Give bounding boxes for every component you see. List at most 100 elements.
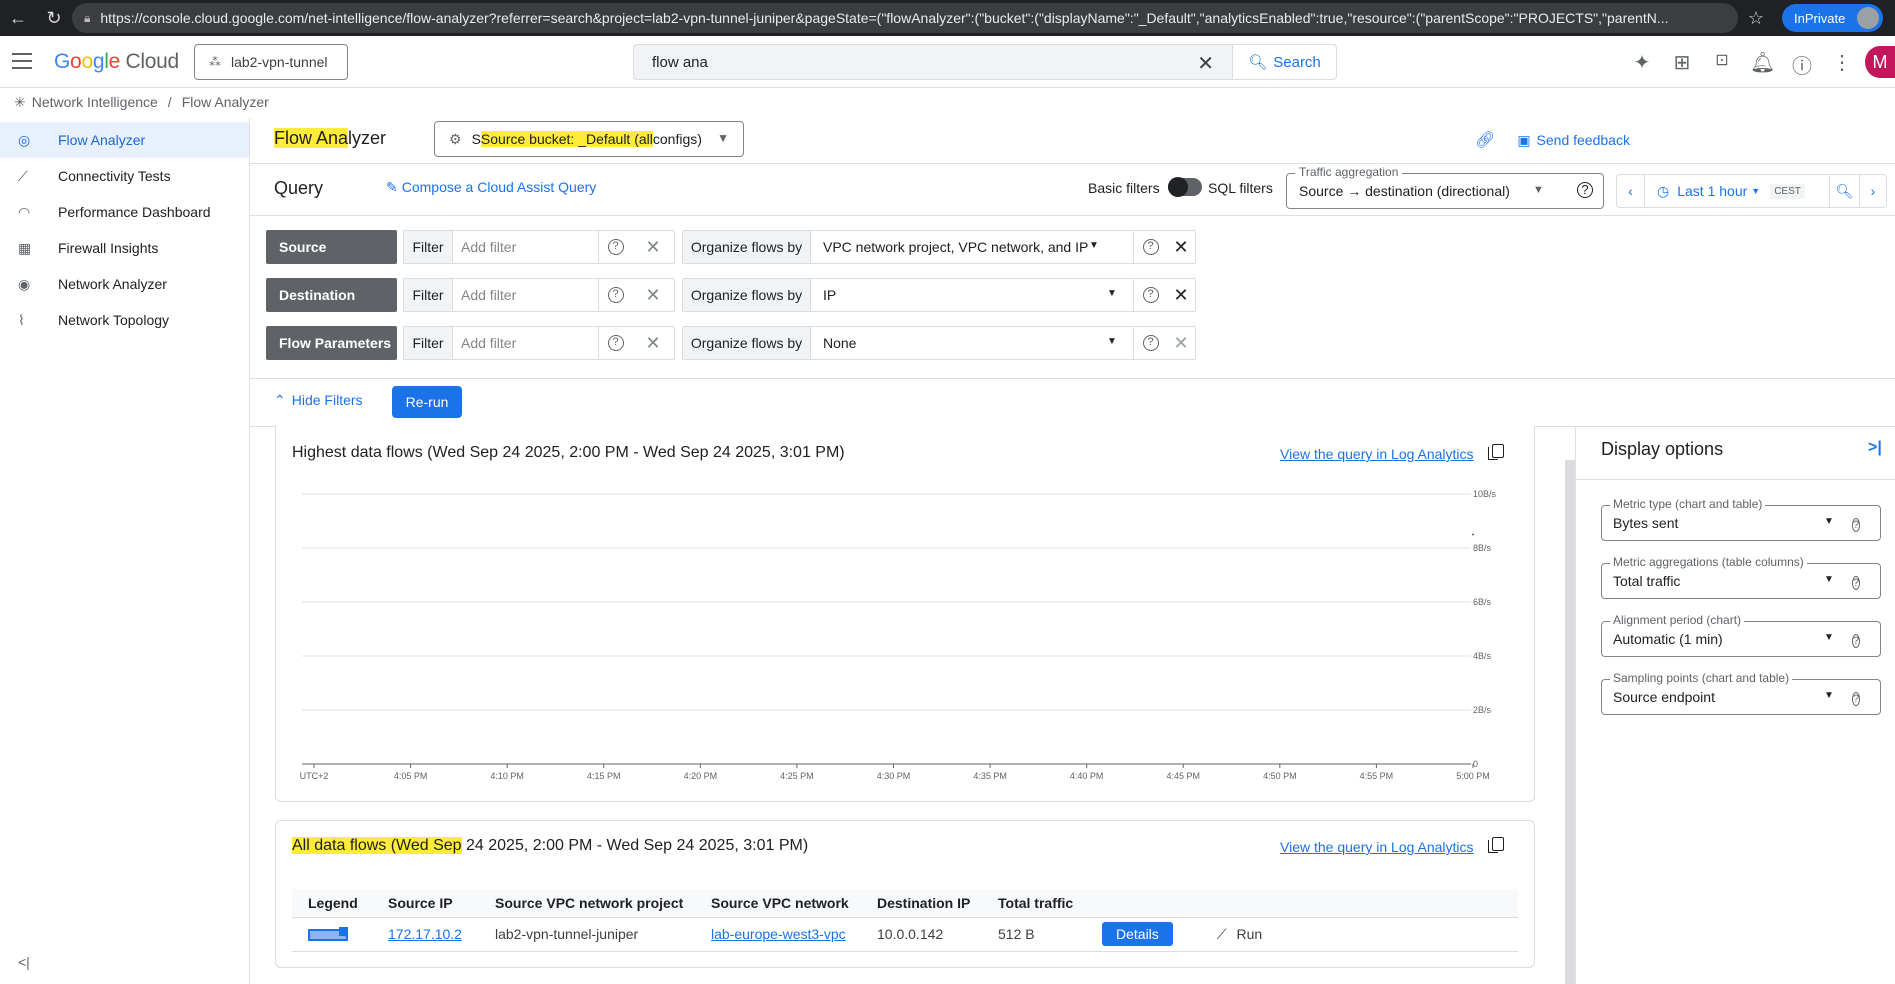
search-input[interactable]: flow ana ✕ 🔍︎ Search [633,44,1337,80]
source-ip-link[interactable]: 172.17.10.2 [388,926,462,942]
project-name: lab2-vpn-tunnel [231,54,328,70]
column-header[interactable]: Legend [292,889,372,918]
search-button[interactable]: 🔍︎ Search [1232,45,1336,79]
clear-filter-icon[interactable]: ✕ [632,231,674,263]
organize-flows-select[interactable]: Organize flows by None ▼ ? ✕ [682,326,1196,360]
run-connectivity-test-button[interactable]: ⟋ Run [1217,926,1263,942]
previous-period-button[interactable]: ‹ [1617,175,1645,207]
notifications-bell-icon[interactable]: 🔔︎ [1750,50,1775,75]
metric-type-select[interactable]: Metric type (chart and table) Bytes sent… [1601,497,1881,541]
column-header[interactable]: Destination IP [861,889,982,918]
filter-input[interactable]: Filter Add filter ? ✕ [403,230,675,264]
filter-input[interactable]: Filter Add filter ? ✕ [403,278,675,312]
sidebar-item-performance-dashboard[interactable]: ◠ Performance Dashboard [0,194,249,230]
send-feedback-link[interactable]: 🔗︎ ▣ Send feedback [1475,130,1630,150]
gift-icon[interactable]: ⊞ [1670,50,1694,75]
clear-filter-icon[interactable]: ✕ [632,327,674,359]
filter-row-label[interactable]: Flow Parameters [266,326,397,360]
help-icon: ? [1852,518,1861,532]
copy-icon[interactable] [1488,837,1504,853]
sidebar-item-network-topology[interactable]: ⌇ Network Topology [0,302,249,338]
filter-mode-toggle[interactable] [1168,177,1202,197]
details-button[interactable]: Details [1102,922,1173,946]
account-avatar[interactable]: M [1865,46,1895,78]
zoom-icon: 🔍︎ [1835,182,1854,199]
table-title-rest: 24 2025, 2:00 PM - Wed Sep 24 2025, 3:01… [461,837,809,854]
help-button[interactable]: ? [598,279,632,311]
traffic-aggregation-select[interactable]: Traffic aggregation Source → destination… [1286,165,1604,209]
filter-tag: Filter [404,231,453,263]
content-scrollbar[interactable] [1565,460,1575,984]
rerun-button[interactable]: Re-run [392,386,462,418]
address-bar[interactable]: 🔒︎ https://console.cloud.google.com/net-… [72,3,1738,33]
organize-tag: Organize flows by [683,327,811,359]
network-link[interactable]: lab-europe-west3-vpc [711,926,846,942]
reload-icon[interactable]: ↻ [36,8,72,29]
help-button[interactable]: ? [1852,631,1861,648]
help-button[interactable]: ? [1133,327,1167,359]
organize-value: None [823,335,857,351]
column-header[interactable]: Source IP [372,889,479,918]
compose-cloud-assist-link[interactable]: ✎ Compose a Cloud Assist Query [386,179,596,196]
select-value: Source endpoint [1613,689,1715,705]
logo-suffix: Cloud [125,50,180,73]
breadcrumb-root[interactable]: Network Intelligence [32,94,158,110]
favorites-star-icon[interactable]: ☆ [1738,8,1774,29]
help-icon: ? [607,335,624,351]
source-bucket-select[interactable]: ⚙ S Source bucket: _Default (all configs)… [434,121,744,157]
x-tick-label: 4:15 PM [587,771,621,781]
metric-aggregations-select[interactable]: Metric aggregations (table columns) Tota… [1601,555,1881,599]
gemini-sparkle-icon[interactable]: ✦ [1630,50,1654,75]
collapse-sidebar-icon[interactable]: <| [18,954,30,970]
hide-filters-button[interactable]: ⌃ Hide Filters [274,392,363,409]
back-arrow-icon[interactable]: ← [0,8,36,29]
zoom-button[interactable]: 🔍︎ [1830,175,1860,207]
help-button[interactable]: ? [1133,231,1167,263]
column-header[interactable]: Source VPC network [695,889,861,918]
help-icon[interactable]: ⓘ [1790,50,1814,79]
log-analytics-link[interactable]: View the query in Log Analytics [1280,839,1474,855]
help-button[interactable]: ? [1852,515,1861,532]
sidebar-item-network-analyzer[interactable]: ◉ Network Analyzer [0,266,249,302]
column-header[interactable]: Total traffic [982,889,1086,918]
sidebar-item-firewall-insights[interactable]: ▦ Firewall Insights [0,230,249,266]
filter-input[interactable]: Filter Add filter ? ✕ [403,326,675,360]
collapse-panel-icon[interactable]: >| [1868,439,1882,457]
more-vert-icon[interactable]: ⋮ [1830,50,1854,75]
sampling-points-select[interactable]: Sampling points (chart and table) Source… [1601,671,1881,715]
filter-row-label[interactable]: Source [266,230,397,264]
help-button[interactable]: ? [598,327,632,359]
alignment-period-select[interactable]: Alignment period (chart) Automatic (1 mi… [1601,613,1881,657]
remove-organize-icon[interactable]: ✕ [1167,231,1195,263]
clear-filter-icon[interactable]: ✕ [632,279,674,311]
flow-analyzer-icon: ◎ [18,131,31,148]
link-icon[interactable]: 🔗︎ [1475,130,1495,150]
column-header[interactable]: Source VPC network project [479,889,695,918]
cloud-shell-icon[interactable]: ⊡ [1710,50,1734,70]
help-button[interactable]: ? [1852,689,1861,706]
breadcrumb: ✳ Network Intelligence / Flow Analyzer [14,92,269,112]
google-cloud-logo[interactable]: Google Cloud [54,50,179,74]
help-button[interactable]: ? [598,231,632,263]
organize-tag: Organize flows by [683,279,811,311]
help-button[interactable]: ? [1133,279,1167,311]
organize-flows-select[interactable]: Organize flows by VPC network project, V… [682,230,1196,264]
project-picker[interactable]: ⁂ lab2-vpn-tunnel [194,44,348,80]
x-tick-label: 4:20 PM [684,771,718,781]
main-menu-icon[interactable] [12,53,32,69]
remove-organize-icon[interactable]: ✕ [1167,279,1195,311]
help-button[interactable]: ? [1852,573,1861,590]
clear-search-icon[interactable]: ✕ [1197,51,1214,76]
compose-label: Compose a Cloud Assist Query [401,179,597,195]
breadcrumb-current[interactable]: Flow Analyzer [182,94,269,110]
select-value: Automatic (1 min) [1613,631,1723,647]
sidebar-item-connectivity-tests[interactable]: ⟋ Connectivity Tests [0,158,249,194]
help-icon[interactable]: ? [1577,182,1593,198]
firewall-insights-icon: ▦ [18,239,32,256]
inprivate-badge[interactable]: InPrivate [1782,4,1883,32]
organize-flows-select[interactable]: Organize flows by IP ▼ ? ✕ [682,278,1196,312]
filter-row-label[interactable]: Destination [266,278,397,312]
time-range-select[interactable]: ◷ Last 1 hour ▼ CEST [1645,175,1830,207]
next-period-button[interactable]: › [1860,175,1886,207]
sidebar-item-flow-analyzer[interactable]: ◎ Flow Analyzer [0,122,249,158]
